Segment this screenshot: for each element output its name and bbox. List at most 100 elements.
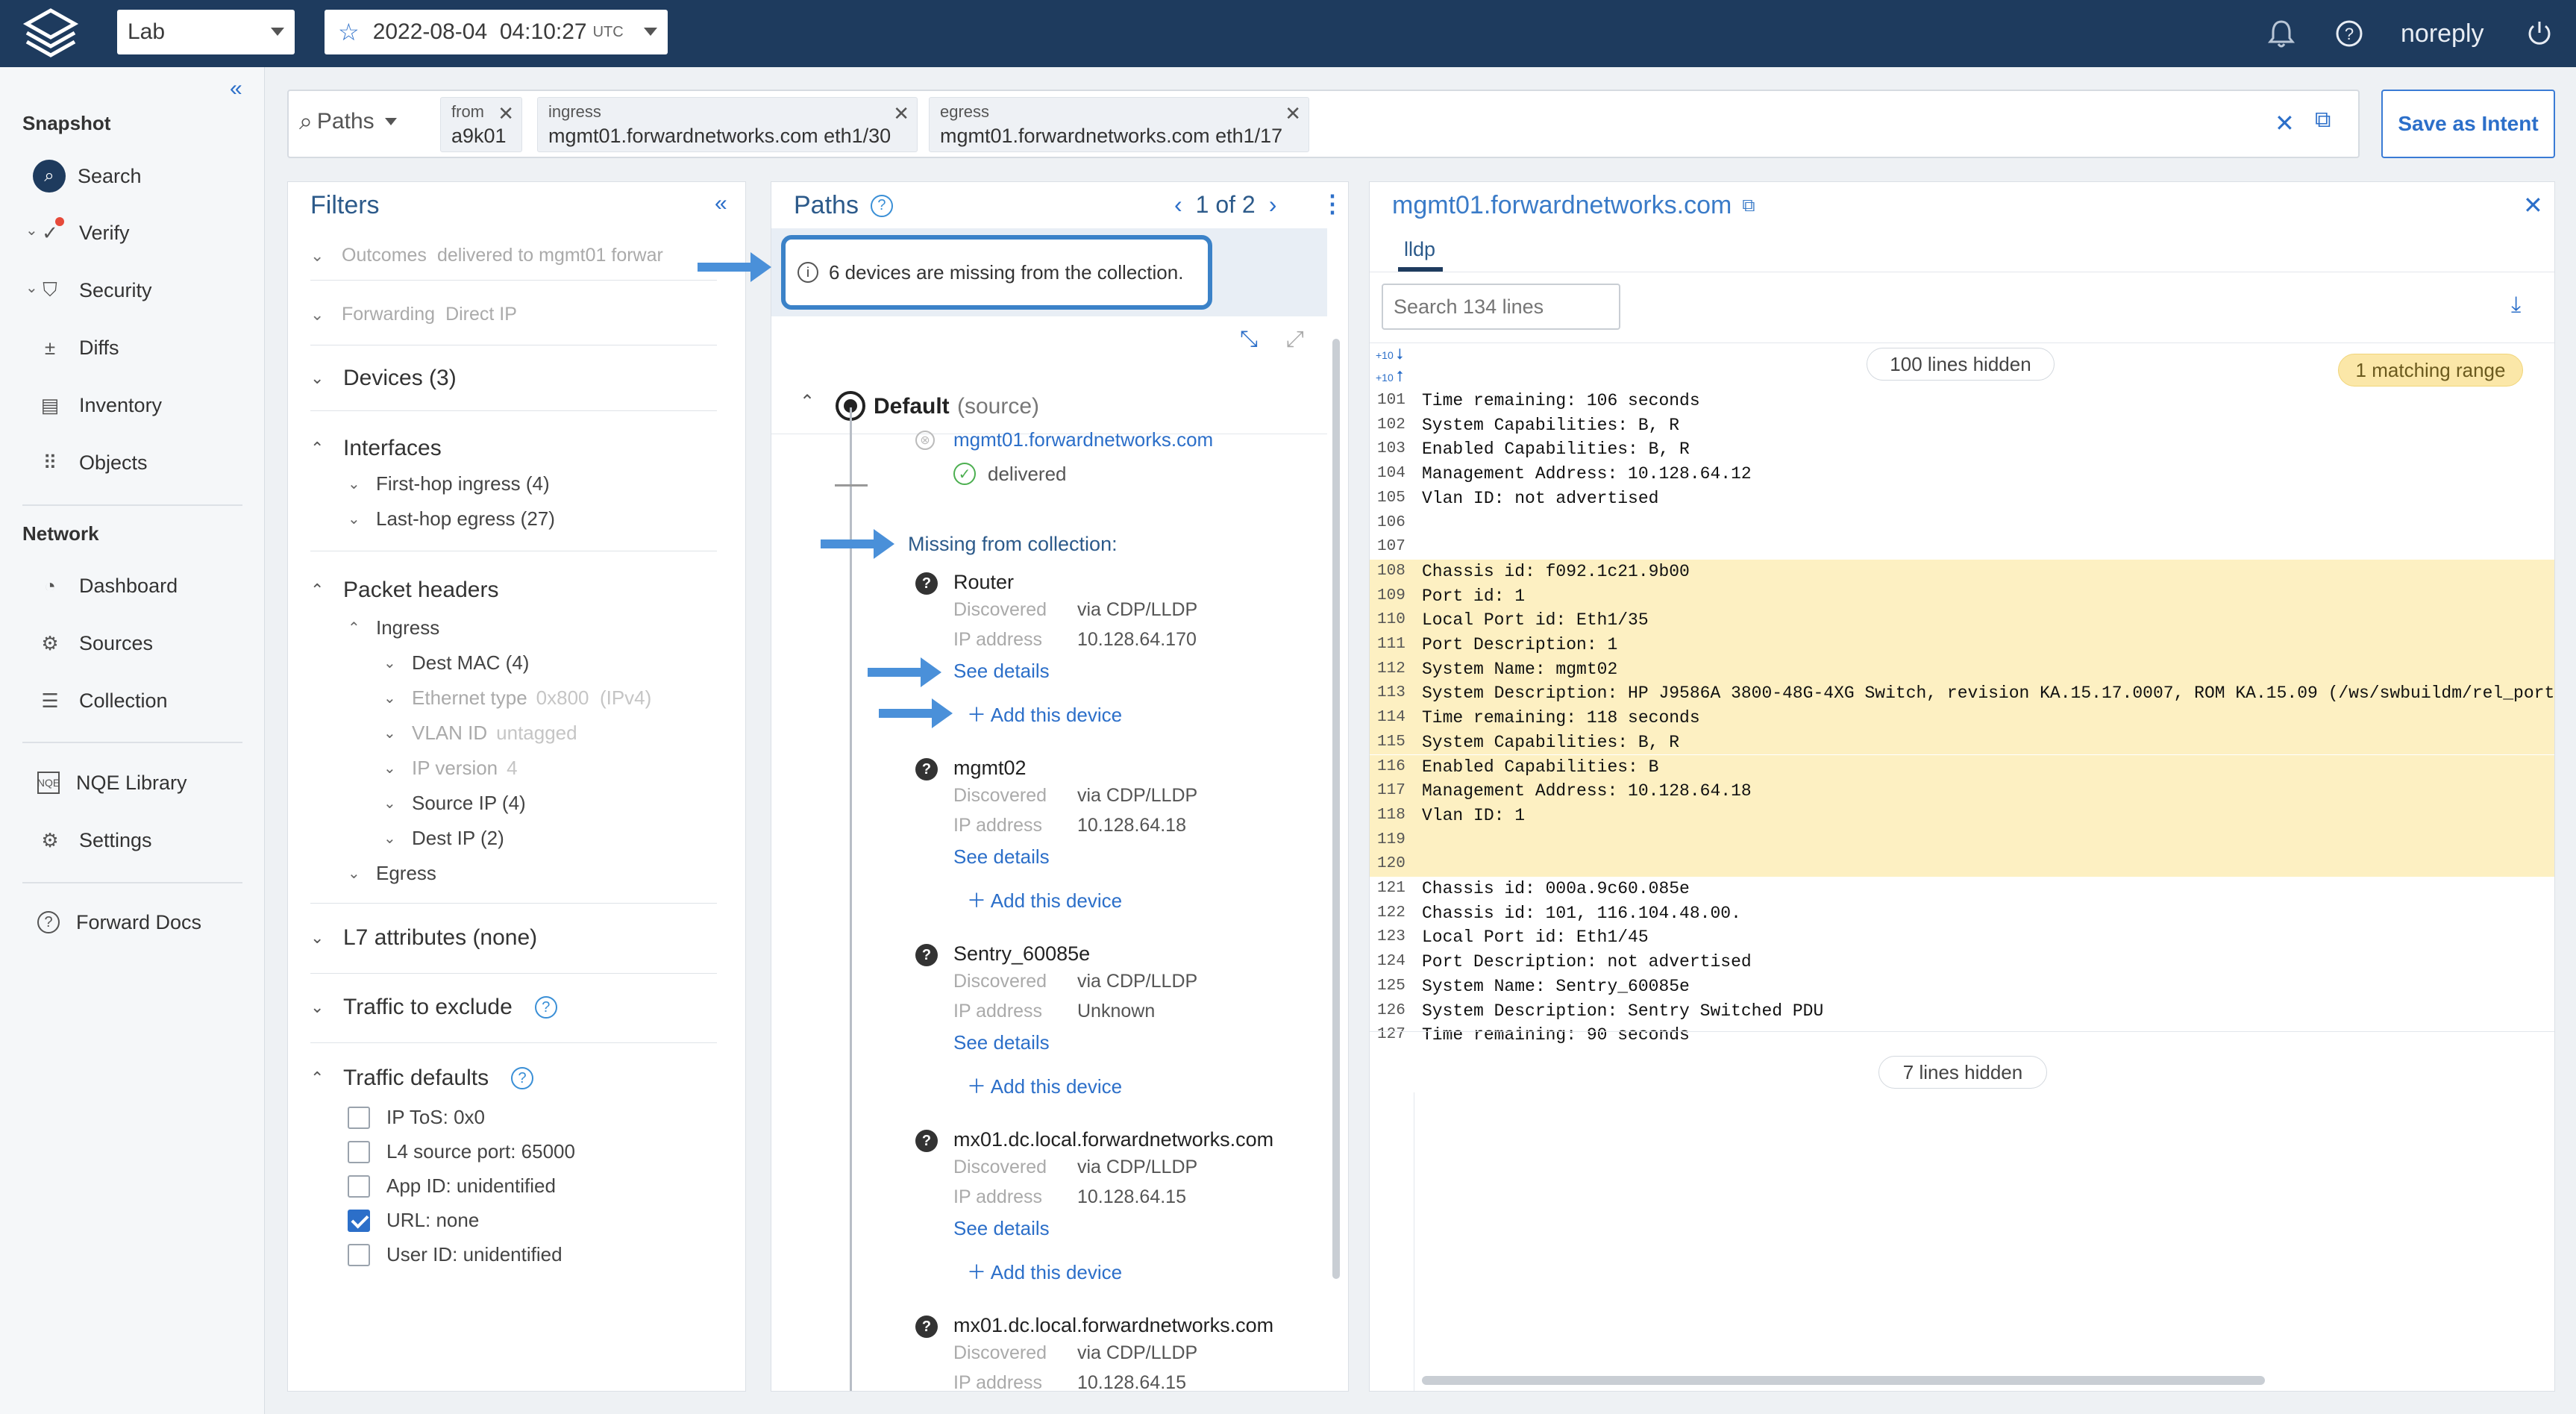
help-icon[interactable]: ?	[2335, 0, 2363, 67]
filter-egress[interactable]: ⌄ Egress	[348, 862, 436, 885]
expand-icon[interactable]: ⤢	[1286, 327, 1304, 352]
chevron-down-icon[interactable]: ⌄	[25, 278, 38, 297]
checkbox[interactable]	[348, 1243, 370, 1266]
checkbox-ip-tos[interactable]: IP ToS: 0x0	[348, 1106, 485, 1129]
checkbox-checked[interactable]	[348, 1209, 370, 1232]
copy-icon[interactable]: ⧉	[2315, 107, 2331, 133]
close-icon[interactable]: ✕	[893, 102, 909, 125]
filter-outcomes[interactable]: ⌄ Outcomes delivered to mgmt01 forwar	[310, 245, 663, 266]
sidebar-item-diffs[interactable]: ± Diffs	[37, 329, 246, 366]
filter-devices[interactable]: ⌄ Devices (3)	[310, 366, 457, 391]
sidebar-item-forward-docs[interactable]: ? Forward Docs	[37, 904, 246, 941]
collapse-filters-icon[interactable]: «	[715, 191, 727, 216]
code-line: 106	[1370, 511, 2554, 536]
search-chip-from[interactable]: from a9k01 ✕	[440, 97, 522, 152]
filter-dest-mac[interactable]: ⌄ Dest MAC (4)	[383, 651, 529, 675]
filter-traffic-defaults[interactable]: ⌃ Traffic defaults ?	[310, 1066, 534, 1091]
filter-interfaces[interactable]: ⌃ Interfaces	[310, 436, 442, 461]
close-icon[interactable]: ✕	[1285, 102, 1301, 125]
help-icon[interactable]: ?	[870, 194, 893, 217]
snapshot-timezone: UTC	[592, 23, 624, 40]
save-as-intent-button[interactable]: Save as Intent	[2381, 90, 2555, 158]
close-icon[interactable]: ✕	[498, 102, 514, 125]
sidebar-item-inventory[interactable]: ▤ Inventory	[37, 387, 246, 424]
first-device-link[interactable]: mgmt01.forwardnetworks.com	[953, 428, 1213, 451]
sidebar-item-collection[interactable]: ☰ Collection	[37, 682, 246, 719]
sidebar-item-sources[interactable]: ⚙ Sources	[37, 625, 246, 662]
snapshot-select[interactable]: ☆ 2022-08-04 04:10:27 UTC	[325, 10, 668, 54]
matching-range-badge[interactable]: 1 matching range	[2338, 354, 2523, 387]
checkbox-url[interactable]: URL: none	[348, 1209, 479, 1232]
sidebar-item-objects[interactable]: ⠿ Objects	[37, 444, 246, 481]
see-details-link[interactable]: See details	[953, 660, 1050, 683]
source-row[interactable]: ⌃ Default (source)	[771, 375, 1327, 434]
add-device-button[interactable]: ＋ Add this device	[967, 1257, 1122, 1285]
collapse-all-icon[interactable]: ⤡	[1240, 327, 1258, 352]
help-icon[interactable]: ?	[534, 996, 557, 1019]
sidebar-item-nqe-library[interactable]: NQE NQE Library	[37, 764, 246, 801]
filter-traffic-to-exclude[interactable]: ⌄ Traffic to exclude ?	[310, 995, 557, 1020]
workspace-select[interactable]: Lab	[117, 10, 295, 54]
checkbox[interactable]	[348, 1106, 370, 1129]
code-line: 123 Local Port id: Eth1/45	[1370, 925, 2554, 950]
scrollbar[interactable]	[1332, 339, 1340, 1279]
power-icon[interactable]	[2526, 0, 2553, 67]
download-icon[interactable]: ⤓	[2511, 293, 2521, 318]
checkbox-user-id[interactable]: User ID: unidentified	[348, 1243, 562, 1266]
horizontal-scrollbar[interactable]	[1422, 1376, 2265, 1385]
chevron-down-icon[interactable]: ⌄	[25, 221, 38, 240]
search-mode-select[interactable]: ⌕ Paths	[299, 107, 397, 136]
filter-ingress[interactable]: ⌃ Ingress	[348, 616, 439, 639]
filter-dest-ip[interactable]: ⌄ Dest IP (2)	[383, 827, 504, 850]
search-lines-input[interactable]	[1382, 284, 1620, 330]
filter-last-hop-egress[interactable]: ⌄ Last-hop egress (27)	[348, 507, 555, 531]
external-link-icon[interactable]: ⧉	[1742, 195, 1755, 216]
filter-ip-version[interactable]: ⌄ IP version 4	[383, 757, 518, 780]
chevron-right-icon[interactable]: ›	[1269, 191, 1277, 219]
sidebar-item-settings[interactable]: ⚙ Settings	[37, 822, 246, 859]
filters-panel: Filters « ⌄ Outcomes delivered to mgmt01…	[287, 181, 746, 1392]
discovered-label: Discovered	[953, 785, 1047, 806]
sidebar-item-dashboard[interactable]: ◔ Dashboard	[37, 567, 246, 604]
forward-logo-icon[interactable]	[21, 6, 81, 61]
help-icon[interactable]: ?	[511, 1067, 534, 1089]
see-details-link[interactable]: See details	[953, 845, 1050, 869]
expand-down-button[interactable]: +10 ⭣	[1376, 346, 1403, 363]
see-details-link[interactable]: See details	[953, 1217, 1050, 1240]
checkbox-app-id[interactable]: App ID: unidentified	[348, 1174, 556, 1198]
add-device-button[interactable]: ＋ Add this device	[967, 1072, 1122, 1099]
detail-title-text[interactable]: mgmt01.forwardnetworks.com	[1392, 191, 1732, 220]
sidebar-item-verify[interactable]: ✓ Verify	[37, 214, 246, 251]
search-chip-ingress[interactable]: ingress mgmt01.forwardnetworks.com eth1/…	[537, 97, 918, 152]
see-details-link[interactable]: See details	[953, 1031, 1050, 1054]
filter-forwarding[interactable]: ⌄ Forwarding Direct IP	[310, 304, 517, 325]
expand-up-button[interactable]: +10 ⭡	[1376, 369, 1403, 386]
filter-source-ip[interactable]: ⌄ Source IP (4)	[383, 792, 526, 815]
clear-search-icon[interactable]: ✕	[2275, 109, 2295, 137]
filter-l7-attributes[interactable]: ⌄ L7 attributes (none)	[310, 925, 537, 951]
checkbox[interactable]	[348, 1174, 370, 1198]
add-device-button[interactable]: ＋ Add this device	[967, 886, 1122, 913]
notifications-bell-icon[interactable]	[2268, 0, 2295, 67]
filter-vlan-id[interactable]: ⌄ VLAN ID untagged	[383, 722, 577, 745]
star-icon[interactable]: ☆	[338, 18, 360, 46]
chevron-left-icon[interactable]: ‹	[1174, 191, 1182, 219]
more-options-icon[interactable]: ⋮	[1320, 190, 1344, 218]
search-bar[interactable]: ⌕ Paths from a9k01 ✕ ingress mgmt01.forw…	[287, 90, 2360, 158]
filter-packet-headers[interactable]: ⌃ Packet headers	[310, 578, 498, 603]
filter-first-hop-ingress[interactable]: ⌄ First-hop ingress (4)	[348, 472, 550, 495]
tab-lldp[interactable]: lldp	[1404, 238, 1435, 261]
hidden-lines-bottom-pill[interactable]: 7 lines hidden	[1878, 1056, 2047, 1089]
hidden-lines-top-pill[interactable]: 100 lines hidden	[1867, 348, 2055, 381]
checkbox[interactable]	[348, 1140, 370, 1163]
close-icon[interactable]: ✕	[2523, 191, 2543, 219]
filter-ethernet-type[interactable]: ⌄ Ethernet type 0x800 (IPv4)	[383, 686, 651, 710]
search-chip-egress[interactable]: egress mgmt01.forwardnetworks.com eth1/1…	[929, 97, 1309, 152]
chevron-up-icon[interactable]: ⌃	[800, 391, 815, 413]
add-device-button[interactable]: ＋ Add this device	[967, 700, 1122, 728]
user-menu[interactable]: noreply	[2401, 0, 2484, 67]
checkbox-l4-source-port[interactable]: L4 source port: 65000	[348, 1140, 575, 1163]
sidebar-item-search[interactable]: ⌕ Search	[33, 157, 246, 195]
sidebar-item-security[interactable]: ⛉ Security	[37, 272, 246, 309]
collapse-sidebar-icon[interactable]: «	[230, 76, 242, 101]
